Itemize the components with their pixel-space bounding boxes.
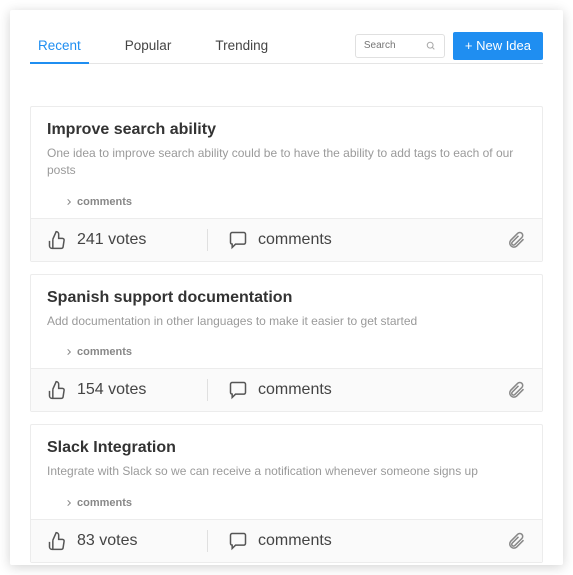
idea-body: Slack Integration Integrate with Slack s… bbox=[31, 425, 542, 518]
comments-toggle[interactable]: comments bbox=[65, 346, 526, 358]
chevron-right-icon bbox=[65, 348, 73, 356]
divider bbox=[207, 530, 208, 552]
comments-toggle[interactable]: comments bbox=[65, 196, 526, 208]
idea-body: Spanish support documentation Add docume… bbox=[31, 275, 542, 368]
idea-body: Improve search ability One idea to impro… bbox=[31, 107, 542, 218]
ideas-panel: Recent Popular Trending + New Idea Impro… bbox=[10, 10, 563, 565]
idea-card: Slack Integration Integrate with Slack s… bbox=[30, 424, 543, 562]
idea-footer: 154 votes comments bbox=[31, 368, 542, 411]
tab-label: Trending bbox=[215, 38, 268, 53]
idea-title: Improve search ability bbox=[47, 121, 526, 139]
comments-label: comments bbox=[258, 231, 332, 249]
thumbs-up-icon bbox=[47, 230, 67, 250]
paperclip-icon bbox=[506, 380, 526, 400]
comment-icon bbox=[228, 230, 248, 250]
thumbs-up-icon bbox=[47, 380, 67, 400]
attachment-button[interactable] bbox=[506, 531, 526, 551]
tab-trending[interactable]: Trending bbox=[207, 28, 276, 63]
search-box[interactable] bbox=[355, 34, 445, 58]
idea-title: Slack Integration bbox=[47, 439, 526, 457]
paperclip-icon bbox=[506, 230, 526, 250]
comments-button[interactable]: comments bbox=[228, 230, 332, 250]
tab-label: Popular bbox=[125, 38, 172, 53]
comment-icon bbox=[228, 531, 248, 551]
idea-description: One idea to improve search ability could… bbox=[47, 145, 526, 180]
comments-label: comments bbox=[258, 381, 332, 399]
new-idea-button[interactable]: + New Idea bbox=[453, 32, 543, 60]
comments-toggle-label: comments bbox=[77, 497, 132, 509]
topbar: Recent Popular Trending + New Idea bbox=[30, 28, 543, 64]
paperclip-icon bbox=[506, 531, 526, 551]
vote-count: 241 votes bbox=[77, 231, 146, 249]
tab-popular[interactable]: Popular bbox=[117, 28, 180, 63]
tab-recent[interactable]: Recent bbox=[30, 28, 89, 63]
comments-button[interactable]: comments bbox=[228, 531, 332, 551]
vote-button[interactable]: 154 votes bbox=[47, 380, 187, 400]
divider bbox=[207, 379, 208, 401]
vote-button[interactable]: 83 votes bbox=[47, 531, 187, 551]
vote-button[interactable]: 241 votes bbox=[47, 230, 187, 250]
attachment-button[interactable] bbox=[506, 380, 526, 400]
comments-toggle-label: comments bbox=[77, 196, 132, 208]
ideas-list: Improve search ability One idea to impro… bbox=[30, 64, 543, 563]
idea-card: Improve search ability One idea to impro… bbox=[30, 106, 543, 262]
thumbs-up-icon bbox=[47, 531, 67, 551]
chevron-right-icon bbox=[65, 198, 73, 206]
tabs: Recent Popular Trending bbox=[30, 28, 355, 63]
vote-count: 83 votes bbox=[77, 532, 137, 550]
idea-footer: 83 votes comments bbox=[31, 519, 542, 562]
comments-button[interactable]: comments bbox=[228, 380, 332, 400]
tab-label: Recent bbox=[38, 38, 81, 53]
comment-icon bbox=[228, 380, 248, 400]
vote-count: 154 votes bbox=[77, 381, 146, 399]
comments-toggle[interactable]: comments bbox=[65, 497, 526, 509]
search-icon bbox=[426, 41, 436, 51]
comments-label: comments bbox=[258, 532, 332, 550]
comments-toggle-label: comments bbox=[77, 346, 132, 358]
idea-description: Integrate with Slack so we can receive a… bbox=[47, 463, 526, 480]
divider bbox=[207, 229, 208, 251]
attachment-button[interactable] bbox=[506, 230, 526, 250]
new-idea-label: + New Idea bbox=[465, 38, 531, 53]
search-input[interactable] bbox=[364, 40, 426, 51]
idea-title: Spanish support documentation bbox=[47, 289, 526, 307]
idea-footer: 241 votes comments bbox=[31, 218, 542, 261]
idea-description: Add documentation in other languages to … bbox=[47, 313, 526, 330]
chevron-right-icon bbox=[65, 499, 73, 507]
idea-card: Spanish support documentation Add docume… bbox=[30, 274, 543, 412]
